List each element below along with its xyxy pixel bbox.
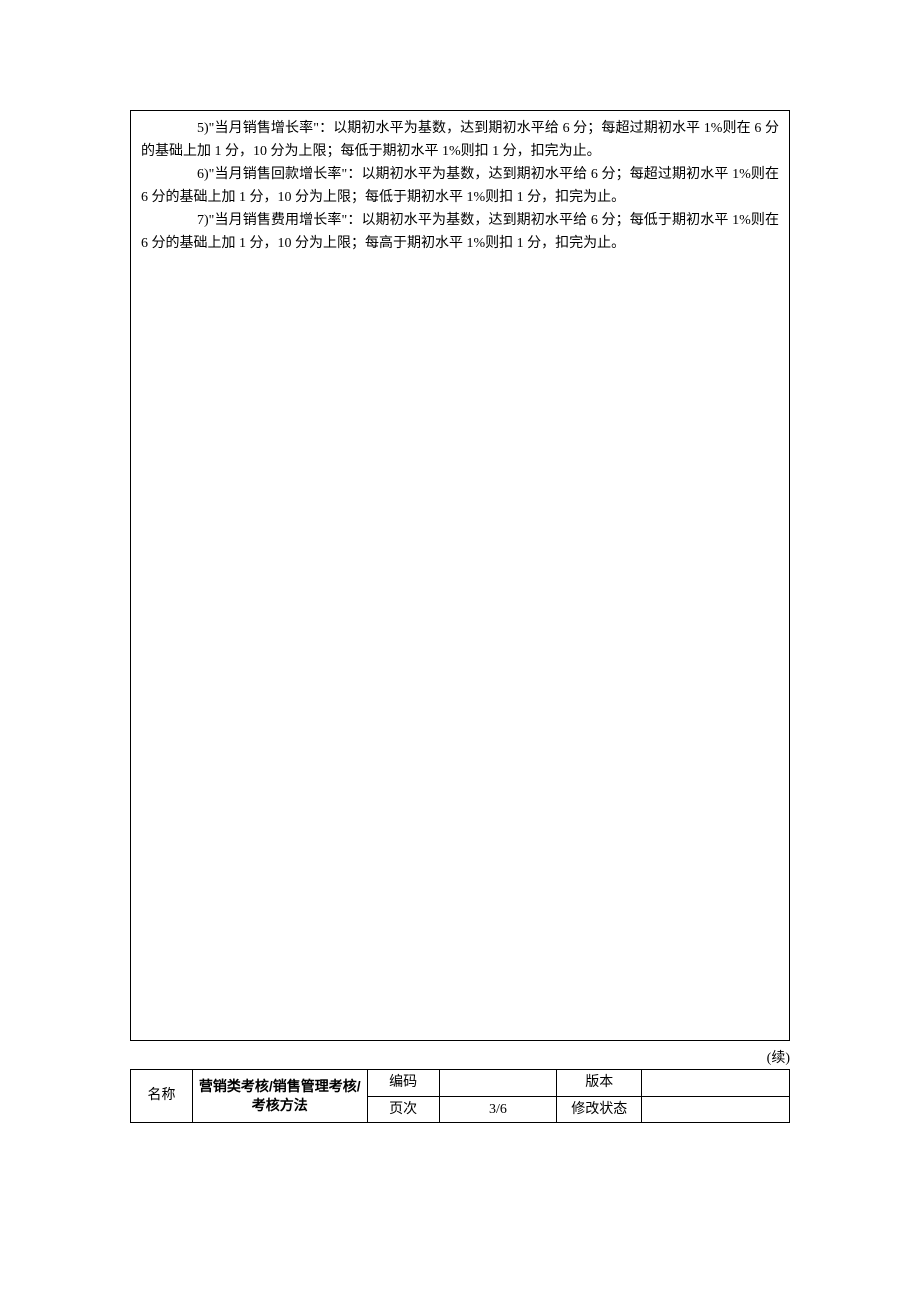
continued-label: (续) [130, 1047, 790, 1067]
footer-code-label: 编码 [367, 1070, 439, 1097]
footer-code-value [439, 1070, 557, 1097]
body-item-5: 5)"当月销售增长率"：以期初水平为基数，达到期初水平给 6 分；每超过期初水平… [141, 117, 779, 163]
footer-title: 营销类考核/销售管理考核/考核方法 [192, 1070, 367, 1123]
content-box: 5)"当月销售增长率"：以期初水平为基数，达到期初水平给 6 分；每超过期初水平… [130, 110, 790, 1041]
body-item-6: 6)"当月销售回款增长率"：以期初水平为基数，达到期初水平给 6 分；每超过期初… [141, 163, 779, 209]
footer-name-label: 名称 [131, 1070, 193, 1123]
table-row: 名称 营销类考核/销售管理考核/考核方法 编码 版本 [131, 1070, 790, 1097]
footer-table: 名称 营销类考核/销售管理考核/考核方法 编码 版本 页次 3/6 修改状态 [130, 1069, 790, 1123]
footer-page-label: 页次 [367, 1096, 439, 1123]
page-container: 5)"当月销售增长率"：以期初水平为基数，达到期初水平给 6 分；每超过期初水平… [130, 110, 790, 1123]
footer-version-value [642, 1070, 790, 1097]
body-item-7: 7)"当月销售费用增长率"：以期初水平为基数，达到期初水平给 6 分；每低于期初… [141, 209, 779, 255]
footer-revision-label: 修改状态 [557, 1096, 642, 1123]
footer-page-value: 3/6 [439, 1096, 557, 1123]
footer-version-label: 版本 [557, 1070, 642, 1097]
footer-revision-value [642, 1096, 790, 1123]
